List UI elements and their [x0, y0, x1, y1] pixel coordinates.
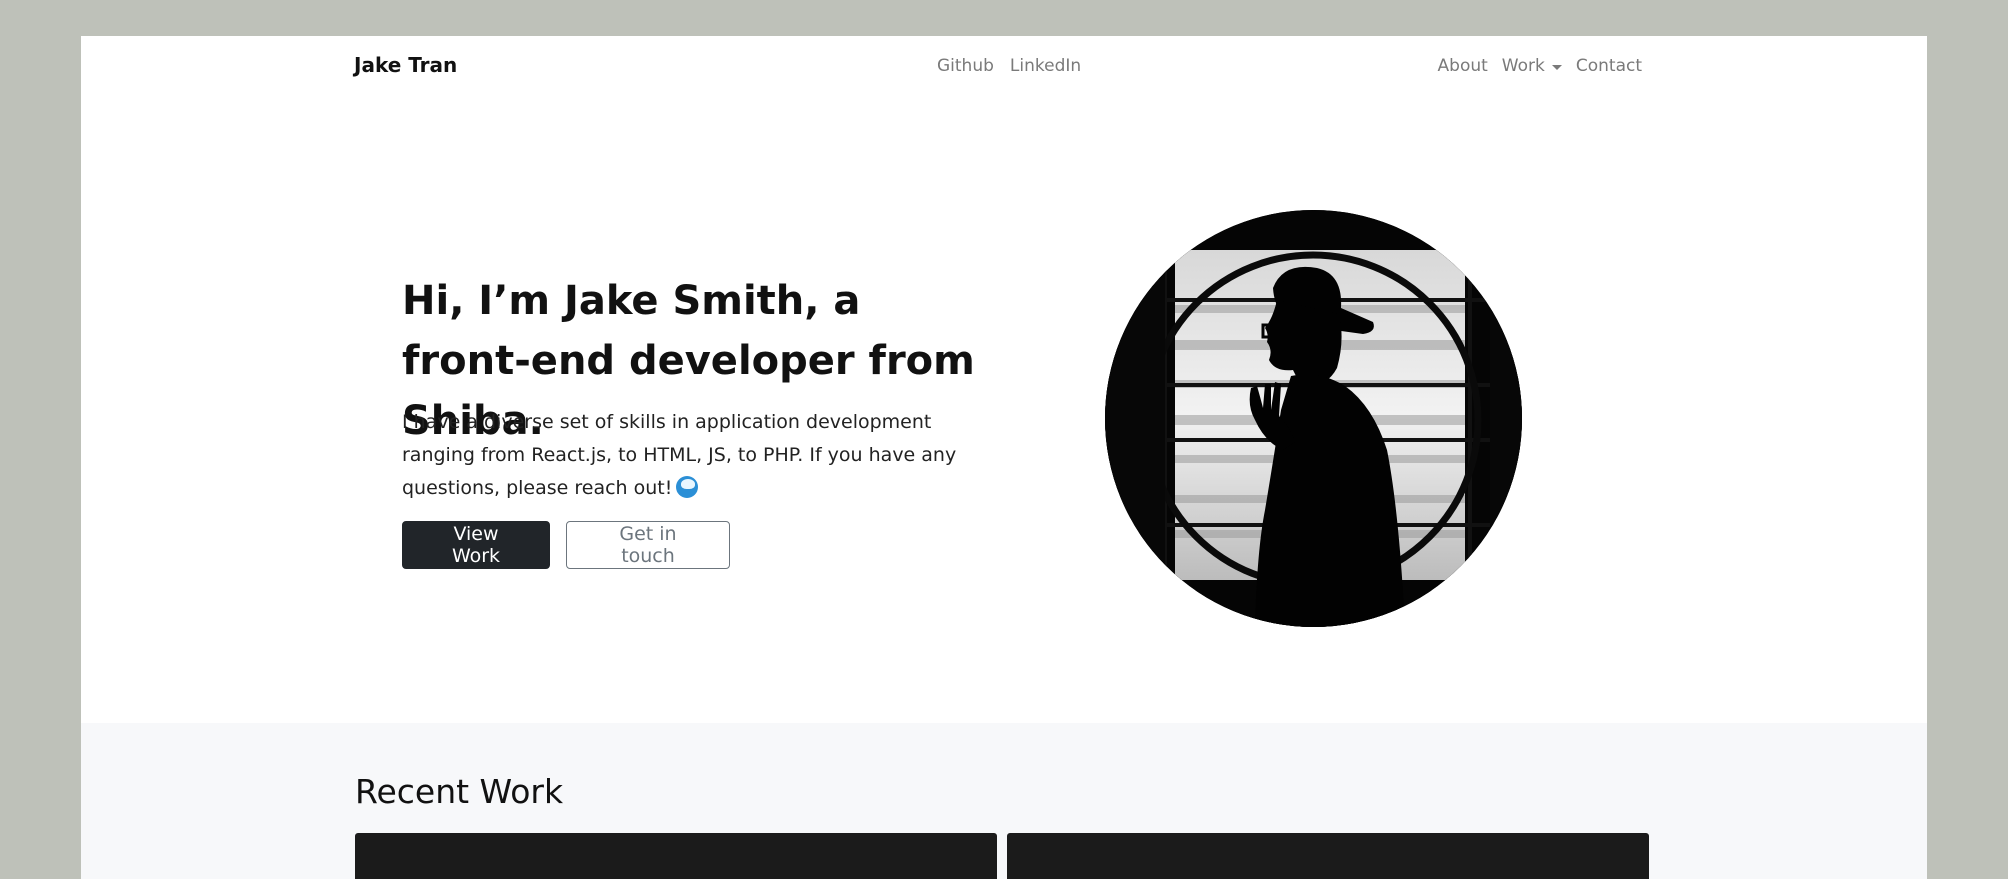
recent-work-title: Recent Work	[355, 772, 564, 811]
nav-link-about[interactable]: About	[1438, 56, 1488, 76]
hero-actions: View Work Get in touch	[402, 521, 730, 569]
nav-dropdown-work[interactable]: Work	[1502, 56, 1562, 76]
silhouette-portrait-icon	[1105, 210, 1522, 627]
page-container: Jake Tran Github LinkedIn About Work Con…	[81, 36, 1927, 879]
brand-link[interactable]: Jake Tran	[354, 53, 457, 77]
profile-portrait	[1105, 210, 1522, 627]
view-work-button[interactable]: View Work	[402, 521, 550, 569]
water-wave-icon	[676, 476, 699, 498]
caret-down-icon	[1551, 64, 1562, 70]
recent-work-section: Recent Work	[81, 723, 1927, 879]
page-nav-links: About Work Contact	[1438, 56, 1642, 76]
work-card-2[interactable]	[1007, 833, 1649, 879]
nav-link-contact[interactable]: Contact	[1576, 56, 1642, 76]
nav-link-github[interactable]: Github	[937, 56, 994, 76]
top-navbar: Jake Tran Github LinkedIn About Work Con…	[81, 36, 1927, 96]
nav-link-linkedin[interactable]: LinkedIn	[1010, 56, 1081, 76]
work-card-1[interactable]	[355, 833, 997, 879]
get-in-touch-button[interactable]: Get in touch	[566, 521, 730, 569]
nav-dropdown-work-label: Work	[1501, 56, 1545, 76]
social-links: Github LinkedIn	[937, 56, 1081, 76]
hero-description: I have a diverse set of skills in applic…	[402, 406, 962, 505]
